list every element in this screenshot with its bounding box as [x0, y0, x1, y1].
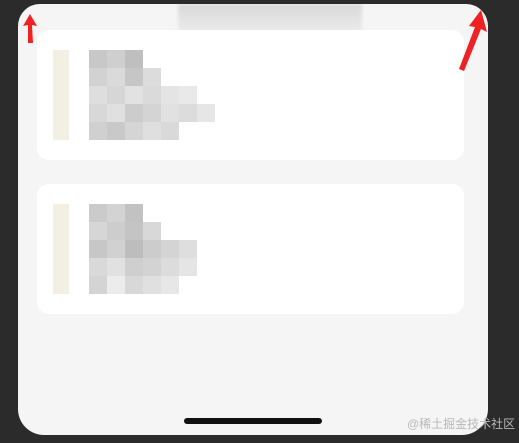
card-accent-stripe [53, 204, 69, 294]
phone-screen [18, 4, 488, 435]
card-accent-stripe [53, 50, 69, 140]
watermark: @稀土掘金技术社区 [407, 417, 516, 431]
list-card[interactable] [37, 30, 464, 160]
home-indicator-bar[interactable] [184, 418, 322, 424]
redacted-content-mosaic [89, 50, 233, 140]
annotation-arrow-icon [459, 10, 487, 71]
annotation-arrow-icon [23, 14, 37, 43]
list-card[interactable] [37, 184, 464, 314]
redacted-content-mosaic [89, 204, 233, 294]
